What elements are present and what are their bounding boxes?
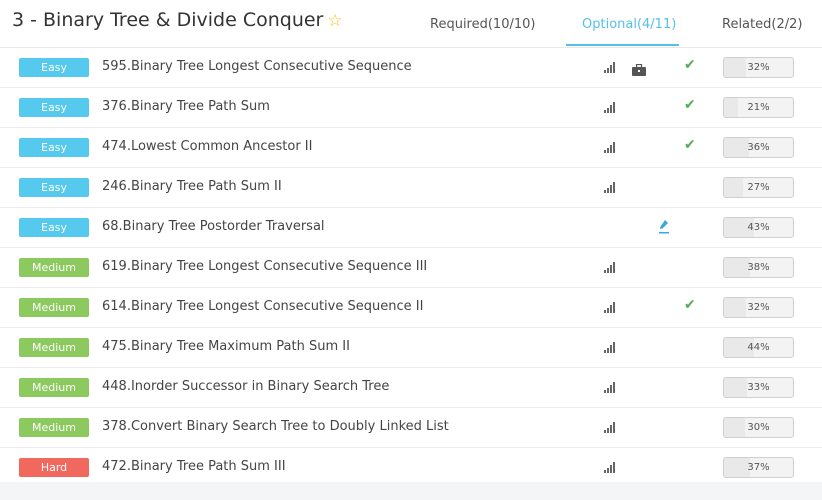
acceptance-rate-label: 43% bbox=[747, 222, 770, 233]
problem-title-link[interactable]: 474.Lowest Common Ancestor II bbox=[102, 139, 312, 154]
signal-bars-icon bbox=[604, 301, 620, 313]
active-tab-indicator bbox=[566, 44, 679, 46]
problem-row[interactable]: Medium 619.Binary Tree Longest Consecutiv… bbox=[0, 248, 822, 288]
star-icon[interactable]: ☆ bbox=[327, 11, 342, 31]
signal-bars-icon bbox=[604, 61, 620, 73]
acceptance-rate-label: 33% bbox=[747, 382, 770, 393]
problem-row[interactable]: Medium 378.Convert Binary Search Tree to … bbox=[0, 408, 822, 448]
signal-bars-icon bbox=[604, 381, 620, 393]
check-icon: ✔ bbox=[684, 137, 696, 153]
signal-bars-icon bbox=[604, 261, 620, 273]
acceptance-rate-label: 30% bbox=[747, 422, 770, 433]
difficulty-badge: Medium bbox=[19, 298, 89, 317]
tab-optional[interactable]: Optional(4/11) bbox=[582, 17, 676, 32]
signal-bars-icon bbox=[604, 341, 620, 353]
difficulty-badge: Easy bbox=[19, 178, 89, 197]
acceptance-rate: 27% bbox=[723, 177, 794, 198]
signal-bars-icon bbox=[604, 461, 620, 473]
signal-bars-icon bbox=[604, 101, 620, 113]
acceptance-rate-label: 32% bbox=[747, 302, 770, 313]
briefcase-icon bbox=[632, 61, 646, 76]
difficulty-badge: Easy bbox=[19, 138, 89, 157]
difficulty-badge: Easy bbox=[19, 98, 89, 117]
tab-required[interactable]: Required(10/10) bbox=[430, 17, 535, 32]
problem-row[interactable]: Medium 448.Inorder Successor in Binary Se… bbox=[0, 368, 822, 408]
acceptance-rate: 33% bbox=[723, 377, 794, 398]
difficulty-badge: Medium bbox=[19, 338, 89, 357]
difficulty-badge: Hard bbox=[19, 458, 89, 477]
problem-title-link[interactable]: 472.Binary Tree Path Sum III bbox=[102, 459, 286, 474]
acceptance-rate-fill bbox=[724, 138, 749, 157]
acceptance-rate-fill bbox=[724, 298, 747, 317]
difficulty-badge: Medium bbox=[19, 418, 89, 437]
acceptance-rate-label: 32% bbox=[747, 62, 770, 73]
problem-row[interactable]: Easy 376.Binary Tree Path Sum ✔ 21% bbox=[0, 88, 822, 128]
problem-title-link[interactable]: 475.Binary Tree Maximum Path Sum II bbox=[102, 339, 350, 354]
check-icon: ✔ bbox=[684, 297, 696, 313]
acceptance-rate: 44% bbox=[723, 337, 794, 358]
problem-title-link[interactable]: 614.Binary Tree Longest Consecutive Sequ… bbox=[102, 299, 423, 314]
problem-title-link[interactable]: 246.Binary Tree Path Sum II bbox=[102, 179, 282, 194]
acceptance-rate-label: 44% bbox=[747, 342, 770, 353]
problem-title-link[interactable]: 619.Binary Tree Longest Consecutive Sequ… bbox=[102, 259, 427, 274]
problem-title-link[interactable]: 378.Convert Binary Search Tree to Doubly… bbox=[102, 419, 449, 434]
check-icon: ✔ bbox=[684, 97, 696, 113]
signal-bars-icon bbox=[604, 181, 620, 193]
problem-row[interactable]: Hard 472.Binary Tree Path Sum III 37% bbox=[0, 448, 822, 487]
acceptance-rate-label: 36% bbox=[747, 142, 770, 153]
problem-list: Easy 595.Binary Tree Longest Consecutive … bbox=[0, 48, 822, 487]
acceptance-rate-fill bbox=[724, 98, 739, 117]
signal-bars-icon bbox=[604, 141, 620, 153]
difficulty-badge: Easy bbox=[19, 218, 89, 237]
difficulty-badge: Medium bbox=[19, 258, 89, 277]
panel-header: 3 - Binary Tree & Divide Conquer ☆ Requir… bbox=[0, 0, 822, 48]
difficulty-badge: Medium bbox=[19, 378, 89, 397]
acceptance-rate-fill bbox=[724, 58, 747, 77]
problem-title-link[interactable]: 448.Inorder Successor in Binary Search T… bbox=[102, 379, 389, 394]
acceptance-rate-fill bbox=[724, 458, 750, 477]
acceptance-rate: 21% bbox=[723, 97, 794, 118]
difficulty-badge: Easy bbox=[19, 58, 89, 77]
acceptance-rate: 36% bbox=[723, 137, 794, 158]
acceptance-rate: 37% bbox=[723, 457, 794, 478]
problem-row[interactable]: Easy 68.Binary Tree Postorder Traversal 43… bbox=[0, 208, 822, 248]
signal-bars-icon bbox=[604, 421, 620, 433]
acceptance-rate-label: 37% bbox=[747, 462, 770, 473]
problem-row[interactable]: Medium 475.Binary Tree Maximum Path Sum I… bbox=[0, 328, 822, 368]
problem-title-link[interactable]: 595.Binary Tree Longest Consecutive Sequ… bbox=[102, 59, 412, 74]
problem-row[interactable]: Easy 474.Lowest Common Ancestor II ✔ 36% bbox=[0, 128, 822, 168]
acceptance-rate: 43% bbox=[723, 217, 794, 238]
problem-row[interactable]: Medium 614.Binary Tree Longest Consecutiv… bbox=[0, 288, 822, 328]
problem-title-link[interactable]: 68.Binary Tree Postorder Traversal bbox=[102, 219, 325, 234]
acceptance-rate: 38% bbox=[723, 257, 794, 278]
acceptance-rate-label: 27% bbox=[747, 182, 770, 193]
acceptance-rate: 32% bbox=[723, 297, 794, 318]
acceptance-rate: 30% bbox=[723, 417, 794, 438]
tab-related[interactable]: Related(2/2) bbox=[722, 17, 802, 32]
acceptance-rate-label: 21% bbox=[747, 102, 770, 113]
acceptance-rate: 32% bbox=[723, 57, 794, 78]
acceptance-rate-fill bbox=[724, 378, 747, 397]
problem-title-link[interactable]: 376.Binary Tree Path Sum bbox=[102, 99, 270, 114]
problem-row[interactable]: Easy 246.Binary Tree Path Sum II 27% bbox=[0, 168, 822, 208]
check-icon: ✔ bbox=[684, 57, 696, 73]
page-title-text: 3 - Binary Tree & Divide Conquer bbox=[12, 9, 324, 31]
edit-note-icon[interactable] bbox=[658, 219, 670, 235]
acceptance-rate-fill bbox=[724, 178, 743, 197]
problem-row[interactable]: Easy 595.Binary Tree Longest Consecutive … bbox=[0, 48, 822, 88]
acceptance-rate-fill bbox=[724, 418, 745, 437]
page-title: 3 - Binary Tree & Divide Conquer ☆ bbox=[12, 9, 343, 31]
problem-list-panel: 3 - Binary Tree & Divide Conquer ☆ Requir… bbox=[0, 0, 822, 482]
acceptance-rate-label: 38% bbox=[747, 262, 770, 273]
